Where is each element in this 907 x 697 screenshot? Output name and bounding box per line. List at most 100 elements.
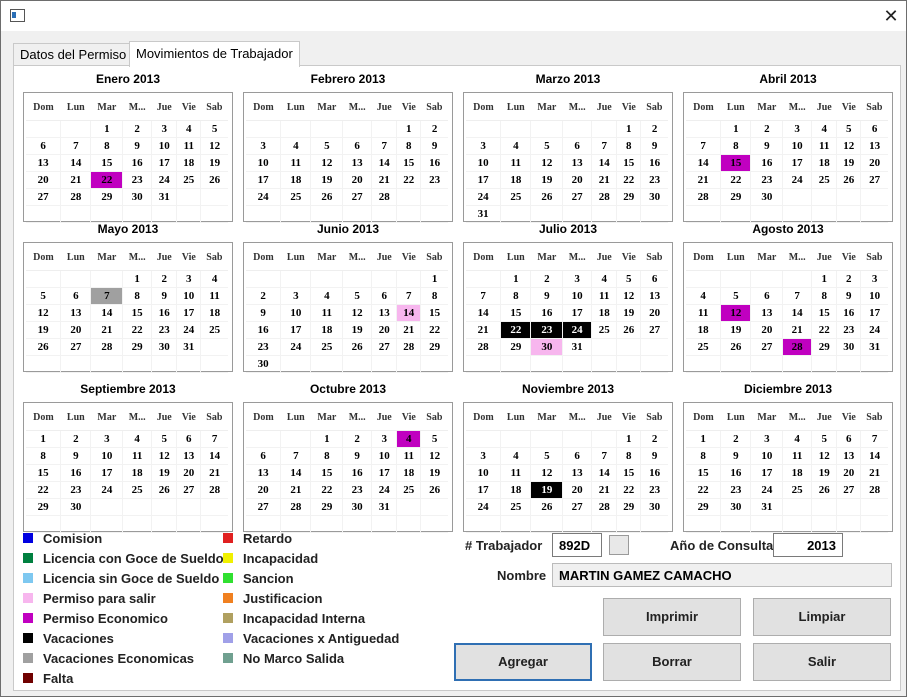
day-cell[interactable]: 20 bbox=[26, 171, 62, 189]
day-cell[interactable] bbox=[280, 515, 312, 533]
day-cell[interactable]: 24 bbox=[246, 188, 282, 206]
day-cell[interactable]: 26 bbox=[530, 188, 564, 206]
day-cell[interactable]: 22 bbox=[616, 171, 642, 189]
day-cell[interactable]: 27 bbox=[562, 498, 592, 516]
tab-movimientos-de-trabajador[interactable]: Movimientos de Trabajador bbox=[129, 41, 300, 67]
day-cell[interactable] bbox=[60, 205, 92, 223]
day-cell[interactable] bbox=[591, 338, 618, 356]
day-cell[interactable]: 13 bbox=[562, 154, 592, 172]
day-cell[interactable] bbox=[90, 355, 124, 373]
day-cell[interactable]: 25 bbox=[500, 498, 532, 516]
day-cell[interactable]: 8 bbox=[310, 447, 344, 465]
day-cell[interactable]: 29 bbox=[616, 188, 642, 206]
day-cell[interactable]: 14 bbox=[371, 154, 398, 172]
day-cell[interactable]: 3 bbox=[176, 270, 202, 288]
month-calendar[interactable]: Dom Lun Mar M... Jue Vie Sab 1 2 3 4 5 6 7 8 9 10 11 12 13 1… bbox=[243, 92, 453, 223]
day-cell[interactable]: 21 bbox=[90, 321, 124, 339]
day-cell[interactable] bbox=[151, 498, 178, 516]
day-cell[interactable]: 20 bbox=[750, 321, 784, 339]
day-cell[interactable]: 1 bbox=[396, 120, 422, 138]
day-cell[interactable] bbox=[640, 338, 668, 356]
day-cell[interactable] bbox=[530, 430, 564, 448]
day-cell[interactable]: 10 bbox=[280, 304, 312, 322]
day-cell[interactable]: 21 bbox=[686, 171, 722, 189]
day-cell[interactable]: 4 bbox=[500, 447, 532, 465]
day-cell[interactable] bbox=[562, 355, 592, 373]
day-cell[interactable]: 8 bbox=[396, 137, 422, 155]
month-calendar[interactable]: Dom Lun Mar M... Jue Vie Sab 1 2 3 4 5 6 7 8 9 10 11 12 13 1… bbox=[683, 92, 893, 223]
day-cell[interactable]: 25 bbox=[122, 481, 152, 499]
day-cell[interactable]: 19 bbox=[26, 321, 62, 339]
day-cell[interactable]: 13 bbox=[342, 154, 372, 172]
day-cell[interactable] bbox=[466, 515, 502, 533]
day-cell[interactable]: 3 bbox=[466, 447, 502, 465]
day-cell[interactable] bbox=[122, 498, 152, 516]
day-cell[interactable] bbox=[811, 498, 838, 516]
day-cell[interactable]: 31 bbox=[750, 498, 784, 516]
day-cell[interactable]: 7 bbox=[591, 137, 618, 155]
day-cell[interactable]: 27 bbox=[60, 338, 92, 356]
day-cell[interactable]: 24 bbox=[562, 321, 592, 339]
day-cell[interactable]: 18 bbox=[500, 171, 532, 189]
day-cell[interactable]: 8 bbox=[90, 137, 124, 155]
day-cell[interactable]: 1 bbox=[616, 430, 642, 448]
day-cell[interactable]: 2 bbox=[640, 430, 668, 448]
day-cell[interactable]: 23 bbox=[836, 321, 862, 339]
day-cell[interactable]: 28 bbox=[591, 498, 618, 516]
day-cell[interactable]: 6 bbox=[750, 287, 784, 305]
day-cell[interactable]: 4 bbox=[500, 137, 532, 155]
day-cell[interactable]: 6 bbox=[562, 447, 592, 465]
day-cell[interactable] bbox=[420, 355, 448, 373]
day-cell[interactable]: 24 bbox=[371, 481, 398, 499]
day-cell[interactable]: 16 bbox=[420, 154, 448, 172]
month-calendar[interactable]: Dom Lun Mar M... Jue Vie Sab 1 2 3 4 5 6 7 8 9 10 11 12 13 1… bbox=[463, 402, 673, 533]
day-cell[interactable] bbox=[616, 515, 642, 533]
day-cell[interactable]: 29 bbox=[26, 498, 62, 516]
day-cell[interactable]: 27 bbox=[176, 481, 202, 499]
day-cell[interactable]: 29 bbox=[686, 498, 722, 516]
day-cell[interactable]: 11 bbox=[500, 154, 532, 172]
day-cell[interactable]: 30 bbox=[720, 498, 752, 516]
day-cell[interactable] bbox=[280, 270, 312, 288]
day-cell[interactable]: 16 bbox=[836, 304, 862, 322]
day-cell[interactable] bbox=[782, 188, 812, 206]
day-cell[interactable]: 3 bbox=[782, 120, 812, 138]
day-cell[interactable]: 25 bbox=[280, 188, 312, 206]
day-cell[interactable]: 15 bbox=[616, 154, 642, 172]
day-cell[interactable]: 13 bbox=[246, 464, 282, 482]
day-cell[interactable] bbox=[720, 515, 752, 533]
day-cell[interactable]: 6 bbox=[371, 287, 398, 305]
day-cell[interactable]: 17 bbox=[371, 464, 398, 482]
day-cell[interactable]: 13 bbox=[371, 304, 398, 322]
day-cell[interactable]: 17 bbox=[466, 481, 502, 499]
day-cell[interactable]: 5 bbox=[151, 430, 178, 448]
day-cell[interactable]: 15 bbox=[811, 304, 838, 322]
day-cell[interactable]: 12 bbox=[720, 304, 752, 322]
day-cell[interactable]: 31 bbox=[466, 205, 502, 223]
day-cell[interactable] bbox=[310, 205, 344, 223]
day-cell[interactable]: 15 bbox=[616, 464, 642, 482]
day-cell[interactable] bbox=[811, 205, 838, 223]
day-cell[interactable]: 19 bbox=[342, 321, 372, 339]
day-cell[interactable]: 6 bbox=[860, 120, 888, 138]
day-cell[interactable]: 23 bbox=[60, 481, 92, 499]
day-cell[interactable]: 10 bbox=[90, 447, 124, 465]
day-cell[interactable] bbox=[246, 515, 282, 533]
day-cell[interactable]: 5 bbox=[616, 270, 642, 288]
day-cell[interactable] bbox=[310, 270, 344, 288]
day-cell[interactable]: 24 bbox=[860, 321, 888, 339]
day-cell[interactable] bbox=[396, 205, 422, 223]
day-cell[interactable]: 23 bbox=[246, 338, 282, 356]
day-cell[interactable]: 18 bbox=[811, 154, 838, 172]
day-cell[interactable]: 26 bbox=[616, 321, 642, 339]
day-cell[interactable]: 28 bbox=[466, 338, 502, 356]
day-cell[interactable]: 3 bbox=[860, 270, 888, 288]
day-cell[interactable] bbox=[640, 515, 668, 533]
day-cell[interactable] bbox=[176, 355, 202, 373]
day-cell[interactable] bbox=[342, 270, 372, 288]
day-cell[interactable] bbox=[151, 205, 178, 223]
day-cell[interactable]: 29 bbox=[310, 498, 344, 516]
day-cell[interactable]: 20 bbox=[836, 464, 862, 482]
day-cell[interactable] bbox=[122, 205, 152, 223]
day-cell[interactable]: 3 bbox=[280, 287, 312, 305]
